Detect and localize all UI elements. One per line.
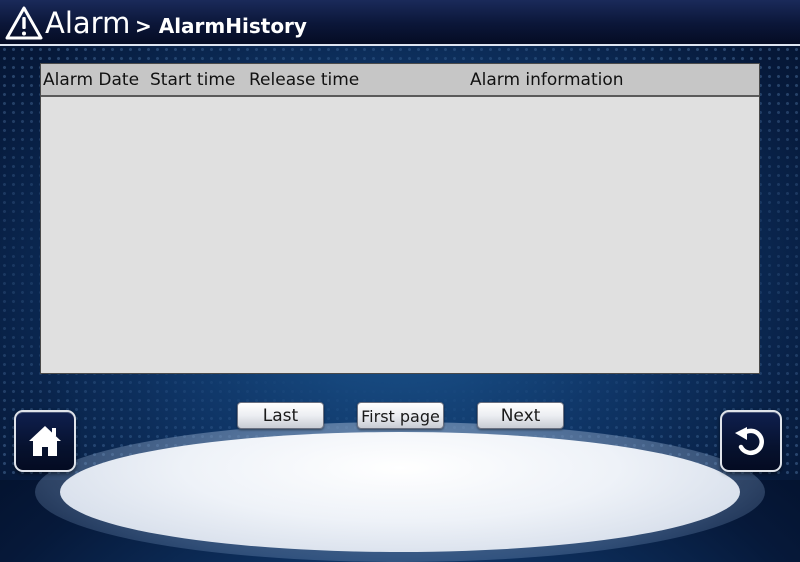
home-button[interactable] xyxy=(14,410,76,472)
table-body[interactable] xyxy=(41,97,759,373)
column-header-alarm-information: Alarm information xyxy=(470,70,624,90)
back-button[interactable] xyxy=(720,410,782,472)
home-icon xyxy=(29,426,61,456)
title-bar: Alarm > AlarmHistory xyxy=(0,0,800,46)
alarm-history-table: Alarm Date Start time Release time Alarm… xyxy=(40,63,760,374)
column-header-start-time: Start time xyxy=(150,70,236,90)
last-button[interactable]: Last xyxy=(237,402,324,429)
column-header-release-time: Release time xyxy=(249,70,360,90)
first-page-button[interactable]: First page xyxy=(357,402,444,429)
floor-platform xyxy=(60,432,740,552)
next-button[interactable]: Next xyxy=(477,402,564,429)
warning-triangle-icon xyxy=(5,6,43,40)
table-header: Alarm Date Start time Release time Alarm… xyxy=(41,64,759,97)
page-title: Alarm xyxy=(45,6,131,40)
column-header-alarm-date: Alarm Date xyxy=(43,70,140,90)
back-arrow-icon xyxy=(735,427,764,456)
breadcrumb: > AlarmHistory xyxy=(135,14,307,38)
